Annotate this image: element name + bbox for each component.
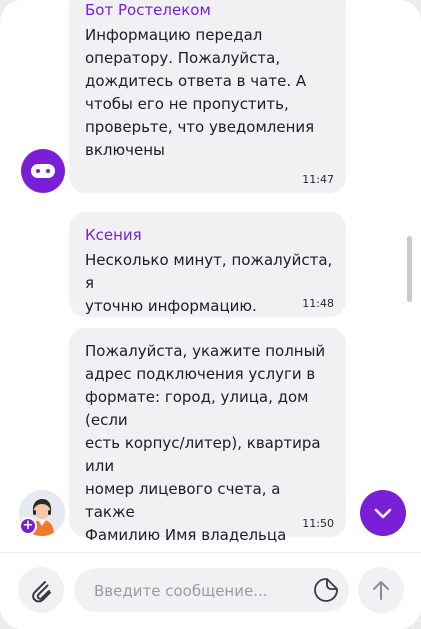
plus-badge-icon: + (19, 517, 37, 535)
robot-avatar-icon (21, 149, 65, 193)
message-text: Пожалуйста, укажите полный адрес подключ… (85, 342, 326, 567)
message-bubble-bot: Бот Ростелеком Информацию передал операт… (69, 0, 346, 193)
paperclip-icon (32, 581, 51, 603)
message-time: 11:47 (302, 173, 334, 186)
scroll-down-button[interactable] (360, 490, 406, 536)
message-bubble-operator: Пожалуйста, укажите полный адрес подключ… (69, 328, 346, 567)
chat-panel: Бот Ростелеком Информацию передал операт… (0, 0, 421, 629)
send-button[interactable] (358, 567, 404, 613)
sticker-icon (314, 578, 338, 602)
message-time: 11:48 (302, 297, 334, 310)
message-text: Информацию передал оператору. Пожалуйста… (85, 26, 315, 159)
message-text: Несколько минут, пожалуйста, я уточню ин… (85, 251, 333, 315)
composer-bar (0, 552, 421, 629)
message-input[interactable] (92, 568, 296, 614)
message-input-wrapper (74, 568, 349, 614)
arrow-up-icon (373, 581, 389, 600)
message-time: 11:50 (302, 517, 334, 530)
attach-button[interactable] (18, 567, 64, 613)
chevron-down-icon (374, 508, 392, 519)
message-sender: Бот Ростелеком (85, 1, 211, 19)
message-bubble-operator: Ксения Несколько минут, пожалуйста, я ут… (69, 212, 346, 317)
chat-scrollbar[interactable] (407, 236, 412, 302)
message-sender: Ксения (85, 226, 142, 244)
sticker-button[interactable] (313, 577, 339, 603)
